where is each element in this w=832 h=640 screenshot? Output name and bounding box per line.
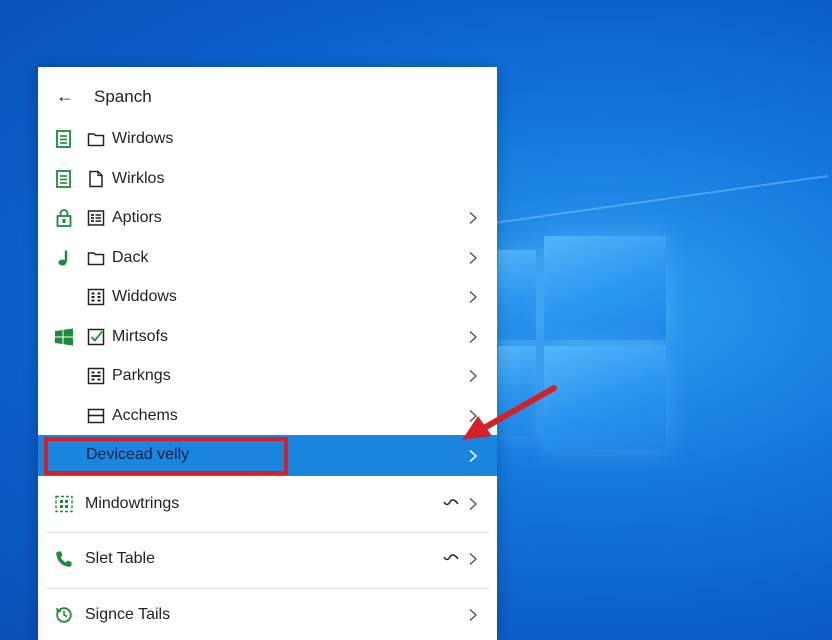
windows-logo-pane [544, 236, 666, 340]
windows-logo-pane [498, 250, 536, 340]
menu-item-active[interactable]: Devicead velly [38, 435, 497, 476]
section-item-label: Slet Table [85, 550, 155, 567]
menu-item-label: Wirklos [112, 170, 165, 187]
refresh-clock-icon [56, 607, 72, 623]
menu-item-label: Dack [112, 249, 149, 266]
keypad-icon [87, 367, 105, 385]
annotation-arrow [462, 385, 557, 440]
section-item-label: Mindowtrings [85, 495, 180, 512]
list-icon [87, 210, 105, 226]
wave-icon [443, 499, 459, 506]
folder-icon [87, 133, 105, 147]
menu-item[interactable]: Parkngs [38, 356, 497, 396]
menu-item-label: Parkngs [112, 367, 171, 384]
chevron-right-icon [469, 552, 478, 566]
section-item-label: Signce Tails [85, 606, 171, 623]
annotation-highlight-box [44, 437, 288, 475]
menu-item-label: Wirdows [112, 130, 174, 147]
windows-logo-pane [544, 346, 666, 450]
chevron-right-icon [469, 290, 478, 304]
wave-icon [443, 554, 459, 561]
chevron-right-icon [469, 497, 478, 511]
menu-title: Spanch [94, 87, 152, 106]
menu-item[interactable]: Wirdows [38, 119, 497, 159]
menu-item-label: Acchems [112, 407, 178, 424]
chevron-right-icon [469, 449, 478, 463]
music-note-icon [58, 250, 68, 266]
chevron-right-icon [469, 211, 478, 225]
lock-icon [56, 209, 72, 227]
menu-item[interactable]: Acchems [38, 396, 497, 436]
chevron-right-icon [469, 608, 478, 622]
divider [46, 532, 489, 533]
menu-item[interactable]: Widdows [38, 277, 497, 317]
minus-box-icon [87, 408, 105, 424]
file-icon [89, 170, 103, 188]
back-arrow-icon[interactable]: ← [56, 87, 74, 105]
menu-item-label: Mirtsofs [112, 328, 168, 345]
menu-item[interactable]: Dack [38, 238, 497, 278]
chevron-right-icon [469, 251, 478, 265]
section-item[interactable]: Signce Tails [38, 595, 497, 635]
checkbox-icon [87, 328, 105, 346]
folder-icon [87, 252, 105, 266]
light-beam [471, 174, 829, 228]
grid-dots-icon [55, 495, 73, 513]
menu-item-label: Widdows [112, 288, 177, 305]
section-item[interactable]: Mindowtrings [38, 484, 497, 524]
menu-item[interactable]: Aptiors [38, 198, 497, 238]
chevron-right-icon [469, 330, 478, 344]
search-menu-panel: ← Spanch Wirdows Wirklos Aptiors Dack Wi… [38, 67, 497, 640]
phone-icon [56, 551, 72, 567]
windows-logo-icon [55, 328, 73, 346]
document-icon [56, 170, 71, 188]
keypad-icon [87, 288, 105, 306]
section-item[interactable]: Slet Table [38, 539, 497, 579]
menu-item[interactable]: Wirklos [38, 159, 497, 199]
divider [46, 588, 489, 589]
menu-item-label: Aptiors [112, 209, 162, 226]
menu-item[interactable]: Mirtsofs [38, 317, 497, 357]
chevron-right-icon [469, 369, 478, 383]
document-icon [56, 130, 71, 148]
menu-header: ← Spanch [38, 67, 497, 125]
